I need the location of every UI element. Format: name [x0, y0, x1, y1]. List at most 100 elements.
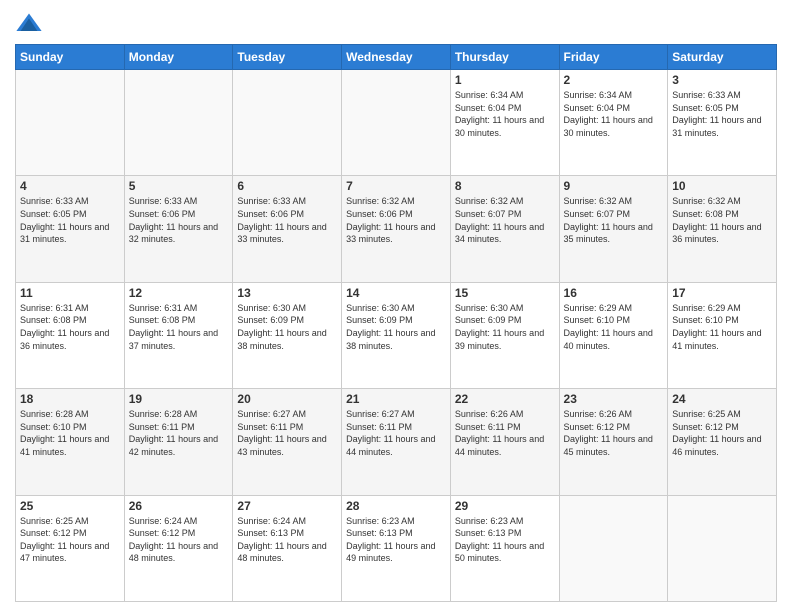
- weekday-header-tuesday: Tuesday: [233, 45, 342, 70]
- day-info: Sunrise: 6:27 AM Sunset: 6:11 PM Dayligh…: [237, 408, 337, 458]
- day-number: 21: [346, 392, 446, 406]
- day-info: Sunrise: 6:23 AM Sunset: 6:13 PM Dayligh…: [346, 515, 446, 565]
- day-info: Sunrise: 6:34 AM Sunset: 6:04 PM Dayligh…: [564, 89, 664, 139]
- weekday-header-thursday: Thursday: [450, 45, 559, 70]
- day-number: 11: [20, 286, 120, 300]
- day-info: Sunrise: 6:34 AM Sunset: 6:04 PM Dayligh…: [455, 89, 555, 139]
- calendar-cell: 28 Sunrise: 6:23 AM Sunset: 6:13 PM Dayli…: [342, 495, 451, 601]
- calendar-cell: [668, 495, 777, 601]
- day-info: Sunrise: 6:29 AM Sunset: 6:10 PM Dayligh…: [564, 302, 664, 352]
- weekday-header-friday: Friday: [559, 45, 668, 70]
- day-number: 27: [237, 499, 337, 513]
- weekday-header-saturday: Saturday: [668, 45, 777, 70]
- day-number: 20: [237, 392, 337, 406]
- week-row-0: 1Sunrise: 6:34 AM Sunset: 6:04 PM Daylig…: [16, 70, 777, 176]
- day-info: Sunrise: 6:27 AM Sunset: 6:11 PM Dayligh…: [346, 408, 446, 458]
- day-number: 16: [564, 286, 664, 300]
- calendar-cell: 6 Sunrise: 6:33 AM Sunset: 6:06 PM Daylig…: [233, 176, 342, 282]
- calendar-cell: 15 Sunrise: 6:30 AM Sunset: 6:09 PM Dayli…: [450, 282, 559, 388]
- day-number: 17: [672, 286, 772, 300]
- day-number: 12: [129, 286, 229, 300]
- day-info: Sunrise: 6:23 AM Sunset: 6:13 PM Dayligh…: [455, 515, 555, 565]
- day-number: 15: [455, 286, 555, 300]
- day-number: 6: [237, 179, 337, 193]
- calendar-cell: 22 Sunrise: 6:26 AM Sunset: 6:11 PM Dayli…: [450, 389, 559, 495]
- day-number: 2: [564, 73, 664, 87]
- calendar-cell: 11 Sunrise: 6:31 AM Sunset: 6:08 PM Dayli…: [16, 282, 125, 388]
- calendar-cell: 8 Sunrise: 6:32 AM Sunset: 6:07 PM Daylig…: [450, 176, 559, 282]
- calendar-cell: 23Sunrise: 6:26 AM Sunset: 6:12 PM Dayli…: [559, 389, 668, 495]
- calendar-cell: 17 Sunrise: 6:29 AM Sunset: 6:10 PM Dayli…: [668, 282, 777, 388]
- calendar-cell: 21 Sunrise: 6:27 AM Sunset: 6:11 PM Dayli…: [342, 389, 451, 495]
- weekday-header-sunday: Sunday: [16, 45, 125, 70]
- day-number: 3: [672, 73, 772, 87]
- day-info: Sunrise: 6:31 AM Sunset: 6:08 PM Dayligh…: [20, 302, 120, 352]
- calendar-cell: 13 Sunrise: 6:30 AM Sunset: 6:09 PM Dayli…: [233, 282, 342, 388]
- calendar-cell: 19Sunrise: 6:28 AM Sunset: 6:11 PM Dayli…: [124, 389, 233, 495]
- day-number: 10: [672, 179, 772, 193]
- week-row-1: 4 Sunrise: 6:33 AM Sunset: 6:05 PM Daylig…: [16, 176, 777, 282]
- day-info: Sunrise: 6:30 AM Sunset: 6:09 PM Dayligh…: [237, 302, 337, 352]
- calendar-cell: 27 Sunrise: 6:24 AM Sunset: 6:13 PM Dayli…: [233, 495, 342, 601]
- day-number: 18: [20, 392, 120, 406]
- calendar-cell: 3 Sunrise: 6:33 AM Sunset: 6:05 PM Daylig…: [668, 70, 777, 176]
- day-number: 4: [20, 179, 120, 193]
- calendar-cell: 7 Sunrise: 6:32 AM Sunset: 6:06 PM Daylig…: [342, 176, 451, 282]
- calendar-cell: 5 Sunrise: 6:33 AM Sunset: 6:06 PM Daylig…: [124, 176, 233, 282]
- day-info: Sunrise: 6:32 AM Sunset: 6:07 PM Dayligh…: [564, 195, 664, 245]
- day-number: 8: [455, 179, 555, 193]
- calendar-cell: [342, 70, 451, 176]
- day-number: 9: [564, 179, 664, 193]
- day-number: 7: [346, 179, 446, 193]
- day-number: 14: [346, 286, 446, 300]
- week-row-4: 25 Sunrise: 6:25 AM Sunset: 6:12 PM Dayli…: [16, 495, 777, 601]
- calendar-cell: 14 Sunrise: 6:30 AM Sunset: 6:09 PM Dayli…: [342, 282, 451, 388]
- day-info: Sunrise: 6:30 AM Sunset: 6:09 PM Dayligh…: [455, 302, 555, 352]
- weekday-header-wednesday: Wednesday: [342, 45, 451, 70]
- day-info: Sunrise: 6:33 AM Sunset: 6:05 PM Dayligh…: [20, 195, 120, 245]
- day-number: 22: [455, 392, 555, 406]
- page: SundayMondayTuesdayWednesdayThursdayFrid…: [0, 0, 792, 612]
- calendar-cell: 4 Sunrise: 6:33 AM Sunset: 6:05 PM Daylig…: [16, 176, 125, 282]
- day-info: Sunrise: 6:24 AM Sunset: 6:13 PM Dayligh…: [237, 515, 337, 565]
- day-number: 25: [20, 499, 120, 513]
- calendar-cell: 25 Sunrise: 6:25 AM Sunset: 6:12 PM Dayli…: [16, 495, 125, 601]
- day-number: 19: [129, 392, 229, 406]
- day-number: 28: [346, 499, 446, 513]
- calendar-cell: 29Sunrise: 6:23 AM Sunset: 6:13 PM Dayli…: [450, 495, 559, 601]
- calendar-cell: 2 Sunrise: 6:34 AM Sunset: 6:04 PM Daylig…: [559, 70, 668, 176]
- calendar-cell: 16 Sunrise: 6:29 AM Sunset: 6:10 PM Dayli…: [559, 282, 668, 388]
- day-info: Sunrise: 6:31 AM Sunset: 6:08 PM Dayligh…: [129, 302, 229, 352]
- day-info: Sunrise: 6:33 AM Sunset: 6:06 PM Dayligh…: [237, 195, 337, 245]
- calendar-cell: 24 Sunrise: 6:25 AM Sunset: 6:12 PM Dayli…: [668, 389, 777, 495]
- calendar-cell: 26 Sunrise: 6:24 AM Sunset: 6:12 PM Dayli…: [124, 495, 233, 601]
- day-number: 5: [129, 179, 229, 193]
- day-number: 26: [129, 499, 229, 513]
- calendar-cell: 18Sunrise: 6:28 AM Sunset: 6:10 PM Dayli…: [16, 389, 125, 495]
- header: [15, 10, 777, 38]
- week-row-2: 11 Sunrise: 6:31 AM Sunset: 6:08 PM Dayli…: [16, 282, 777, 388]
- day-info: Sunrise: 6:33 AM Sunset: 6:05 PM Dayligh…: [672, 89, 772, 139]
- day-info: Sunrise: 6:32 AM Sunset: 6:06 PM Dayligh…: [346, 195, 446, 245]
- calendar-cell: 12 Sunrise: 6:31 AM Sunset: 6:08 PM Dayli…: [124, 282, 233, 388]
- day-number: 13: [237, 286, 337, 300]
- day-info: Sunrise: 6:32 AM Sunset: 6:08 PM Dayligh…: [672, 195, 772, 245]
- calendar-cell: 9 Sunrise: 6:32 AM Sunset: 6:07 PM Daylig…: [559, 176, 668, 282]
- day-info: Sunrise: 6:26 AM Sunset: 6:12 PM Dayligh…: [564, 408, 664, 458]
- calendar-cell: [16, 70, 125, 176]
- day-info: Sunrise: 6:26 AM Sunset: 6:11 PM Dayligh…: [455, 408, 555, 458]
- day-info: Sunrise: 6:33 AM Sunset: 6:06 PM Dayligh…: [129, 195, 229, 245]
- day-info: Sunrise: 6:32 AM Sunset: 6:07 PM Dayligh…: [455, 195, 555, 245]
- logo-icon: [15, 10, 43, 38]
- calendar-cell: [559, 495, 668, 601]
- week-row-3: 18Sunrise: 6:28 AM Sunset: 6:10 PM Dayli…: [16, 389, 777, 495]
- day-number: 24: [672, 392, 772, 406]
- day-info: Sunrise: 6:24 AM Sunset: 6:12 PM Dayligh…: [129, 515, 229, 565]
- day-info: Sunrise: 6:30 AM Sunset: 6:09 PM Dayligh…: [346, 302, 446, 352]
- day-info: Sunrise: 6:25 AM Sunset: 6:12 PM Dayligh…: [20, 515, 120, 565]
- weekday-header-row: SundayMondayTuesdayWednesdayThursdayFrid…: [16, 45, 777, 70]
- calendar-table: SundayMondayTuesdayWednesdayThursdayFrid…: [15, 44, 777, 602]
- weekday-header-monday: Monday: [124, 45, 233, 70]
- day-info: Sunrise: 6:25 AM Sunset: 6:12 PM Dayligh…: [672, 408, 772, 458]
- day-info: Sunrise: 6:29 AM Sunset: 6:10 PM Dayligh…: [672, 302, 772, 352]
